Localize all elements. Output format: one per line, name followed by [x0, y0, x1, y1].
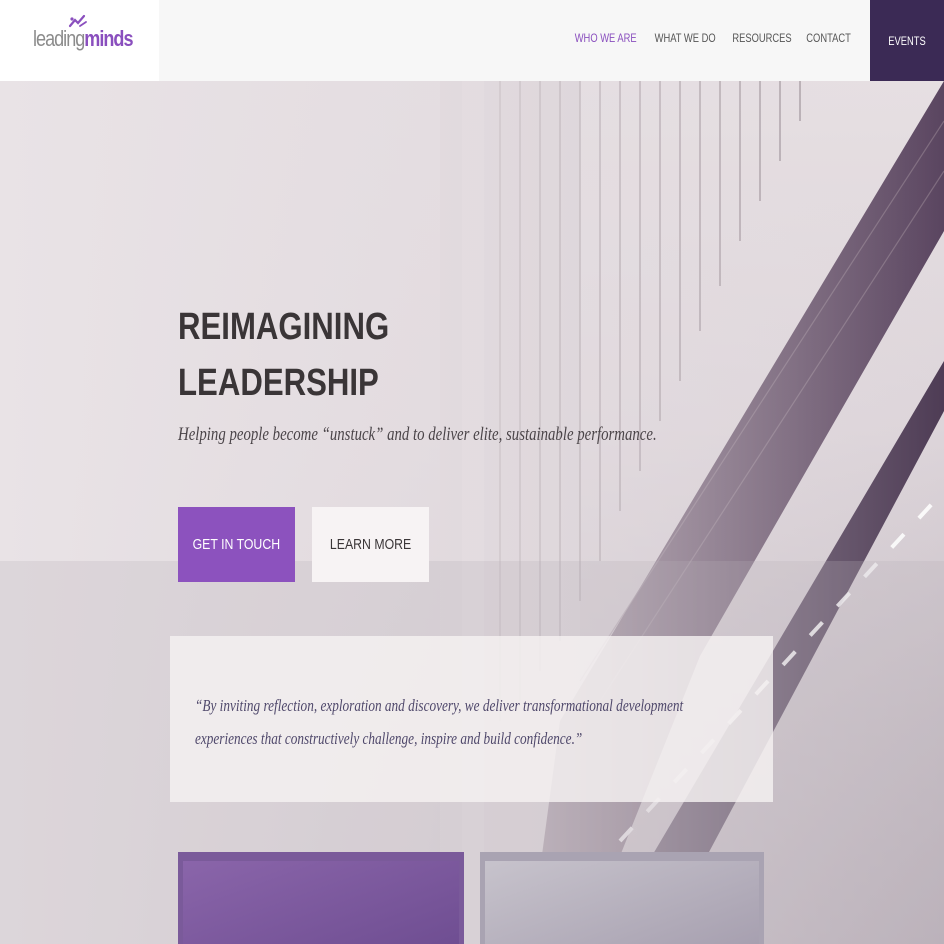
nav-contact[interactable]: CONTACT: [803, 31, 854, 45]
nav-resources[interactable]: RESOURCES: [729, 31, 795, 45]
site-header: leadingminds WHO WE ARE WHAT WE DO RESOU…: [0, 0, 944, 81]
bridge-background-image: [0, 81, 944, 944]
quote-text: “By inviting reflection, exploration and…: [195, 689, 684, 755]
feature-card-1-image: [183, 861, 459, 944]
feature-card-2[interactable]: [480, 852, 764, 944]
learn-more-button[interactable]: LEARN MORE: [312, 507, 429, 582]
nav-who-we-are[interactable]: WHO WE ARE: [572, 31, 640, 45]
quote-line1: “By inviting reflection, exploration and…: [195, 696, 684, 715]
learn-more-label: LEARN MORE: [329, 536, 412, 553]
quote-panel: “By inviting reflection, exploration and…: [170, 636, 773, 802]
logo-text: leadingminds: [33, 26, 133, 52]
get-in-touch-button[interactable]: GET IN TOUCH: [178, 507, 295, 582]
logo-text-minds: minds: [84, 26, 133, 51]
logo[interactable]: leadingminds: [0, 0, 159, 81]
main-nav: WHO WE ARE WHAT WE DO RESOURCES CONTACT: [566, 31, 857, 45]
hero-title: REIMAGINING LEADERSHIP: [178, 299, 389, 411]
quote-line2: experiences that constructively challeng…: [195, 729, 583, 748]
hero-title-line1: REIMAGINING: [178, 306, 390, 348]
hero-title-line2: LEADERSHIP: [178, 362, 379, 404]
feature-card-1[interactable]: [178, 852, 464, 944]
logo-text-leading: leading: [33, 26, 85, 51]
hero-subtitle: Helping people become “unstuck” and to d…: [178, 424, 657, 445]
get-in-touch-label: GET IN TOUCH: [192, 536, 281, 553]
feature-card-2-image: [485, 861, 759, 944]
events-label: EVENTS: [888, 33, 926, 48]
hero-section: REIMAGINING LEADERSHIP Helping people be…: [0, 81, 944, 944]
nav-what-we-do[interactable]: WHAT WE DO: [651, 31, 718, 45]
events-button[interactable]: EVENTS: [870, 0, 944, 81]
